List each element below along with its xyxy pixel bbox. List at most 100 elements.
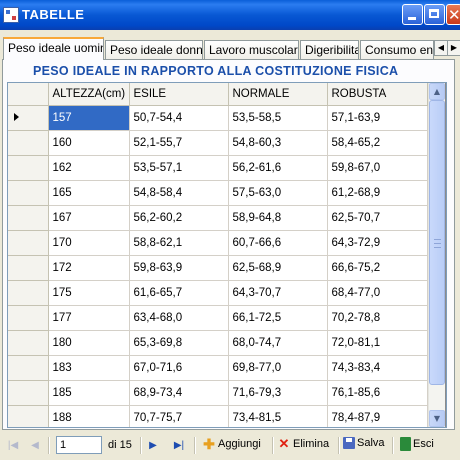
row-header[interactable] — [8, 180, 49, 206]
table-cell[interactable]: 162 — [48, 155, 130, 181]
table-cell[interactable]: 183 — [48, 355, 130, 381]
table-cell[interactable]: 53,5-58,5 — [228, 105, 328, 131]
table-row[interactable]: 162 53,5-57,1 56,2-61,6 59,8-67,0 — [8, 155, 428, 181]
maximize-button[interactable] — [424, 4, 445, 25]
table-cell[interactable]: 58,8-62,1 — [129, 230, 229, 256]
table-cell[interactable]: 59,8-63,9 — [129, 255, 229, 281]
row-header[interactable] — [8, 330, 49, 356]
table-row[interactable]: 183 67,0-71,6 69,8-77,0 74,3-83,4 — [8, 355, 428, 381]
delete-button[interactable]: ✕ Elimina — [277, 437, 330, 455]
tab-peso-ideale-donne[interactable]: Peso ideale donne — [105, 40, 203, 59]
row-header[interactable] — [8, 380, 49, 406]
table-cell[interactable]: 175 — [48, 280, 130, 306]
column-header-normale[interactable]: NORMALE — [228, 83, 328, 106]
table-row[interactable]: 157 50,7-54,4 53,5-58,5 57,1-63,9 — [8, 105, 428, 131]
table-row[interactable]: 185 68,9-73,4 71,6-79,3 76,1-85,6 — [8, 380, 428, 406]
table-row[interactable]: 160 52,1-55,7 54,8-60,3 58,4-65,2 — [8, 130, 428, 156]
table-cell[interactable]: 160 — [48, 130, 130, 156]
close-button[interactable]: ✕ — [446, 4, 460, 25]
table-cell[interactable]: 59,8-67,0 — [327, 155, 428, 181]
row-header[interactable] — [8, 230, 49, 256]
row-header[interactable] — [8, 355, 49, 381]
table-cell[interactable]: 68,4-77,0 — [327, 280, 428, 306]
table-cell[interactable]: 54,8-58,4 — [129, 180, 229, 206]
table-cell[interactable]: 78,4-87,9 — [327, 405, 428, 427]
table-row[interactable]: 180 65,3-69,8 68,0-74,7 72,0-81,1 — [8, 330, 428, 356]
table-cell[interactable]: 62,5-70,7 — [327, 205, 428, 231]
table-cell[interactable]: 172 — [48, 255, 130, 281]
table-cell[interactable]: 53,5-57,1 — [129, 155, 229, 181]
table-cell[interactable]: 72,0-81,1 — [327, 330, 428, 356]
tab-consumo-energetico[interactable]: Consumo ene — [360, 40, 434, 59]
move-next-icon[interactable]: ▶ — [146, 439, 160, 453]
table-row[interactable]: 188 70,7-75,7 73,4-81,5 78,4-87,9 — [8, 405, 428, 427]
table-cell[interactable]: 50,7-54,4 — [129, 105, 229, 131]
row-header[interactable] — [8, 205, 49, 231]
table-cell[interactable]: 54,8-60,3 — [228, 130, 328, 156]
table-row[interactable]: 177 63,4-68,0 66,1-72,5 70,2-78,8 — [8, 305, 428, 331]
tab-scroll-right-button[interactable]: ▶ — [447, 40, 460, 56]
move-last-icon[interactable]: ▶| — [172, 439, 186, 453]
table-cell[interactable]: 64,3-72,9 — [327, 230, 428, 256]
table-cell[interactable]: 61,6-65,7 — [129, 280, 229, 306]
table-cell[interactable]: 66,1-72,5 — [228, 305, 328, 331]
tab-peso-ideale-uomini[interactable]: Peso ideale uomini — [3, 37, 104, 60]
move-first-icon[interactable]: |◀ — [6, 439, 20, 453]
tab-digeribilita[interactable]: Digeribilita' — [300, 40, 359, 59]
table-cell[interactable]: 73,4-81,5 — [228, 405, 328, 427]
table-cell[interactable]: 70,2-78,8 — [327, 305, 428, 331]
table-row[interactable]: 175 61,6-65,7 64,3-70,7 68,4-77,0 — [8, 280, 428, 306]
vertical-scrollbar[interactable]: ▲ ▼ — [428, 83, 445, 427]
table-cell[interactable]: 70,7-75,7 — [129, 405, 229, 427]
row-header[interactable] — [8, 155, 49, 181]
add-button[interactable]: ✚ Aggiungi — [202, 437, 261, 455]
table-cell[interactable]: 68,9-73,4 — [129, 380, 229, 406]
table-cell[interactable]: 157 — [48, 105, 130, 131]
save-button[interactable]: Salva — [343, 437, 385, 455]
tab-scroll-left-button[interactable]: ◀ — [434, 40, 448, 56]
column-header-robusta[interactable]: ROBUSTA — [327, 83, 428, 106]
tab-lavoro-muscolare[interactable]: Lavoro muscolare — [204, 40, 299, 59]
minimize-button[interactable] — [402, 4, 423, 25]
table-cell[interactable]: 68,0-74,7 — [228, 330, 328, 356]
table-cell[interactable]: 67,0-71,6 — [129, 355, 229, 381]
table-cell[interactable]: 65,3-69,8 — [129, 330, 229, 356]
table-cell[interactable]: 185 — [48, 380, 130, 406]
move-previous-icon[interactable]: ◀ — [28, 439, 42, 453]
scroll-thumb[interactable] — [429, 100, 445, 385]
row-header[interactable] — [8, 130, 49, 156]
table-cell[interactable]: 64,3-70,7 — [228, 280, 328, 306]
table-cell[interactable]: 56,2-60,2 — [129, 205, 229, 231]
table-cell[interactable]: 57,5-63,0 — [228, 180, 328, 206]
row-header[interactable] — [8, 305, 49, 331]
table-cell[interactable]: 167 — [48, 205, 130, 231]
table-cell[interactable]: 52,1-55,7 — [129, 130, 229, 156]
data-grid[interactable]: ALTEZZA(cm) ESILE NORMALE ROBUSTA 157 50,… — [7, 82, 447, 428]
row-header[interactable] — [8, 280, 49, 306]
table-row[interactable]: 170 58,8-62,1 60,7-66,6 64,3-72,9 — [8, 230, 428, 256]
table-cell[interactable]: 63,4-68,0 — [129, 305, 229, 331]
table-cell[interactable]: 56,2-61,6 — [228, 155, 328, 181]
position-input[interactable] — [56, 436, 102, 454]
table-cell[interactable]: 62,5-68,9 — [228, 255, 328, 281]
table-cell[interactable]: 58,4-65,2 — [327, 130, 428, 156]
table-cell[interactable]: 71,6-79,3 — [228, 380, 328, 406]
table-cell[interactable]: 74,3-83,4 — [327, 355, 428, 381]
app-icon[interactable] — [3, 7, 19, 23]
table-cell[interactable]: 66,6-75,2 — [327, 255, 428, 281]
table-cell[interactable]: 57,1-63,9 — [327, 105, 428, 131]
table-row[interactable]: 172 59,8-63,9 62,5-68,9 66,6-75,2 — [8, 255, 428, 281]
column-header-altezza[interactable]: ALTEZZA(cm) — [48, 83, 130, 106]
table-cell[interactable]: 69,8-77,0 — [228, 355, 328, 381]
row-header[interactable] — [8, 255, 49, 281]
scroll-down-button[interactable]: ▼ — [429, 410, 445, 427]
exit-button[interactable]: Esci — [400, 437, 434, 455]
row-header[interactable] — [8, 105, 49, 131]
table-cell[interactable]: 76,1-85,6 — [327, 380, 428, 406]
table-cell[interactable]: 58,9-64,8 — [228, 205, 328, 231]
table-cell[interactable]: 180 — [48, 330, 130, 356]
table-row[interactable]: 167 56,2-60,2 58,9-64,8 62,5-70,7 — [8, 205, 428, 231]
row-header[interactable] — [8, 405, 49, 427]
table-cell[interactable]: 165 — [48, 180, 130, 206]
table-cell[interactable]: 177 — [48, 305, 130, 331]
